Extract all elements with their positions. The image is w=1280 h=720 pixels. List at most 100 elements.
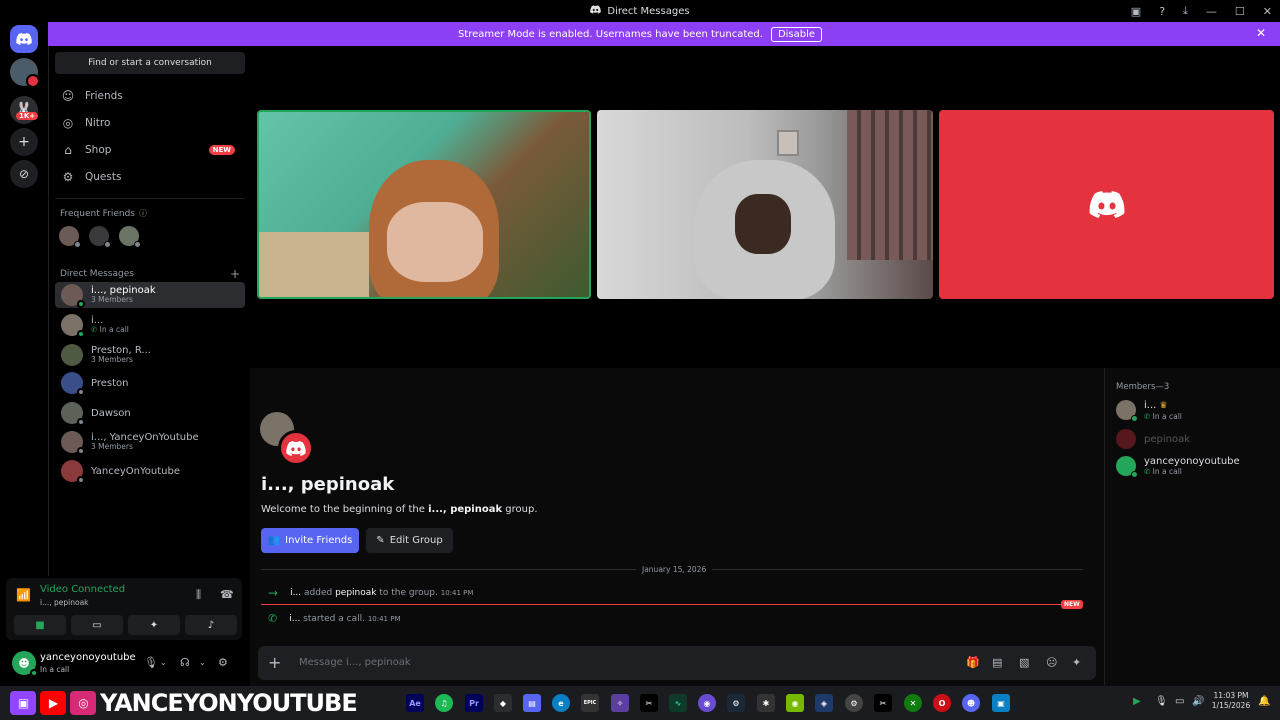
app-icon[interactable]: ▣: [992, 694, 1010, 712]
dm-sub: ✆ In a call: [91, 325, 129, 335]
dm-item[interactable]: Preston, R... 3 Members: [55, 342, 245, 368]
edit-group-button[interactable]: ✎ Edit Group: [366, 528, 453, 553]
minimize-button[interactable]: —: [1206, 5, 1217, 18]
member-item[interactable]: yanceyonoyoutube ✆ In a call: [1116, 456, 1240, 478]
frequent-friend-avatar[interactable]: [89, 226, 111, 248]
capcut-icon[interactable]: ✂: [640, 694, 658, 712]
user-avatar[interactable]: ☻: [12, 651, 38, 677]
video-tile[interactable]: [597, 110, 933, 299]
message-composer[interactable]: + Message i..., pepinoak 🎁 ▤ ▧ ☹ ✦: [258, 646, 1096, 680]
camera-button[interactable]: ■: [14, 615, 66, 635]
gif-icon[interactable]: ▤: [992, 656, 1002, 669]
frequent-friend-avatar[interactable]: [59, 226, 81, 248]
app-icon[interactable]: ◆: [494, 694, 512, 712]
settings-app-icon[interactable]: ⚙: [845, 694, 863, 712]
soundboard-button[interactable]: ♪: [185, 615, 237, 635]
nav-nitro[interactable]: ◎ Nitro: [55, 111, 245, 135]
app-icon[interactable]: ✱: [757, 694, 775, 712]
voice-channel[interactable]: i..., pepinoak: [40, 598, 89, 607]
inbox-icon[interactable]: ▣: [1131, 5, 1141, 18]
app-icon[interactable]: ◈: [815, 694, 833, 712]
banner-text: Streamer Mode is enabled. Usernames have…: [457, 28, 763, 40]
activities-button[interactable]: ✦: [128, 615, 180, 635]
settings-gear-icon[interactable]: ⚙: [218, 656, 228, 669]
network-icon[interactable]: ▭: [1175, 696, 1184, 707]
dm-item[interactable]: i... ✆ In a call: [55, 312, 245, 338]
new-badge: NEW: [208, 145, 235, 155]
close-window-button[interactable]: ✕: [1263, 5, 1272, 18]
nav-label: Nitro: [85, 117, 111, 129]
sticker-icon[interactable]: ▧: [1019, 656, 1029, 669]
discord-taskbar-icon[interactable]: ☻: [962, 694, 980, 712]
steam-icon[interactable]: ⚙: [727, 694, 745, 712]
audio-options-chevron-icon[interactable]: ⌄: [199, 658, 206, 667]
app-icon[interactable]: ▤: [523, 694, 541, 712]
microphone-icon[interactable]: 🎙: [144, 656, 158, 669]
home-button[interactable]: [10, 25, 38, 53]
download-icon[interactable]: ⤓: [1183, 4, 1188, 18]
system-message: ✆ i... started a call. 10:41 PM: [268, 612, 401, 625]
group-dm-avatar[interactable]: [10, 58, 40, 88]
invite-friends-button[interactable]: 👥 Invite Friends: [261, 528, 359, 553]
notification-bell-icon[interactable]: 🔔: [1258, 696, 1270, 707]
discord-avatar-icon: ☻: [18, 656, 30, 670]
opera-icon[interactable]: O: [933, 694, 951, 712]
premiere-icon[interactable]: Pr: [465, 694, 483, 712]
close-banner-icon[interactable]: ✕: [1256, 26, 1266, 40]
nvidia-icon[interactable]: ◉: [786, 694, 804, 712]
frequent-friend-avatar[interactable]: [119, 226, 141, 248]
apps-icon[interactable]: ✦: [1072, 656, 1081, 669]
capcut-icon[interactable]: ✂: [874, 694, 892, 712]
mic-options-chevron-icon[interactable]: ⌄: [160, 658, 167, 667]
dm-item[interactable]: i..., YanceyOnYoutube 3 Members: [55, 429, 245, 455]
server-icon-bunny[interactable]: 🐰 1K+: [10, 96, 39, 124]
dm-avatar: [61, 284, 85, 308]
video-tile-speaking[interactable]: [257, 110, 591, 299]
app-icon[interactable]: ◉: [698, 694, 716, 712]
game-icon[interactable]: ✧: [611, 694, 629, 712]
edge-icon[interactable]: e: [552, 694, 570, 712]
create-dm-icon[interactable]: +: [230, 267, 240, 281]
clock[interactable]: 11:03 PM 1/15/2026: [1208, 691, 1254, 711]
phone-icon: ✆: [268, 612, 278, 625]
twitch-icon: ▣: [10, 691, 36, 715]
dm-item[interactable]: Dawson: [55, 400, 245, 426]
disable-streamer-button[interactable]: Disable: [770, 26, 823, 42]
spotify-icon[interactable]: ♫: [435, 694, 453, 712]
play-icon[interactable]: ▶: [1133, 696, 1141, 707]
headphones-icon[interactable]: ☊: [180, 656, 190, 669]
emoji-icon[interactable]: ☹: [1046, 656, 1057, 669]
add-server-button[interactable]: +: [10, 128, 38, 156]
upload-plus-icon[interactable]: +: [268, 653, 281, 672]
video-tile-no-camera[interactable]: [939, 110, 1274, 299]
member-item[interactable]: i... ♛ ✆ In a call: [1116, 400, 1182, 423]
volume-icon[interactable]: 🔊: [1192, 696, 1204, 707]
dm-item[interactable]: YanceyOnYoutube: [55, 458, 245, 484]
gift-icon[interactable]: 🎁: [966, 656, 980, 669]
nav-shop[interactable]: ⌂ Shop NEW: [55, 138, 245, 162]
help-icon[interactable]: ?: [1159, 5, 1165, 18]
screen-share-button[interactable]: ▭: [71, 615, 123, 635]
after-effects-icon[interactable]: Ae: [406, 694, 424, 712]
voice-status[interactable]: Video Connected: [40, 584, 125, 595]
disconnect-icon[interactable]: ☎: [220, 588, 234, 601]
epic-games-icon[interactable]: EPIC: [581, 694, 599, 712]
nav-quests[interactable]: ⚙ Quests: [55, 165, 245, 189]
discover-button[interactable]: ⊘: [10, 160, 38, 188]
noise-suppression-icon[interactable]: ⫼: [196, 588, 201, 602]
message-input[interactable]: Message i..., pepinoak: [299, 657, 411, 668]
maximize-button[interactable]: ☐: [1235, 5, 1245, 18]
microphone-tray-icon[interactable]: 🎙: [1155, 696, 1168, 707]
signal-icon[interactable]: 📶: [16, 588, 31, 602]
search-input[interactable]: Find or start a conversation: [55, 52, 245, 74]
user-name[interactable]: yanceyonoyoutube: [40, 652, 136, 663]
stream-overlay: ▣ ▶ ◎ YANCEYONYOUTUBE: [10, 686, 358, 720]
dm-item[interactable]: Preston: [55, 370, 245, 396]
member-item[interactable]: pepinoak: [1116, 429, 1190, 449]
nav-friends[interactable]: ☺ Friends: [55, 84, 245, 108]
dm-item[interactable]: i..., pepinoak 3 Members: [55, 282, 245, 308]
dm-name: Preston: [91, 377, 129, 389]
xbox-icon[interactable]: ✕: [904, 694, 922, 712]
new-messages-divider: [261, 604, 1083, 605]
app-icon[interactable]: ∿: [669, 694, 687, 712]
